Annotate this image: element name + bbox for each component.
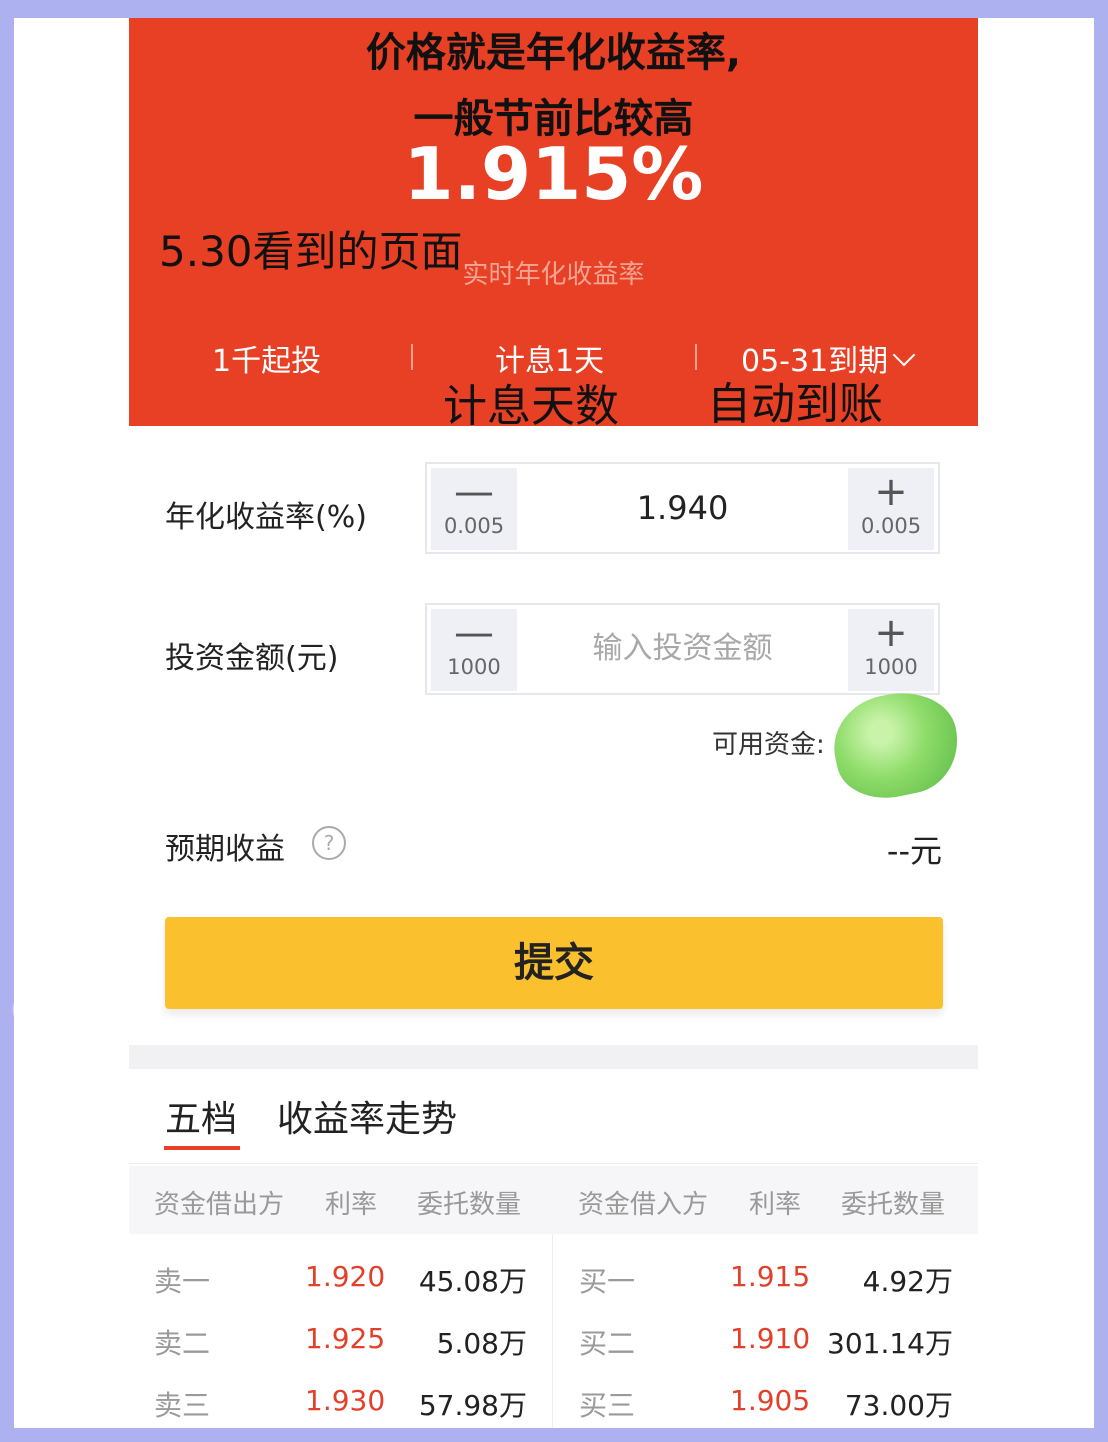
rate-step-label: 0.005	[443, 514, 505, 538]
annotation-interest-days: 计息天数	[443, 381, 619, 432]
orderbook-row: 卖一 1.920 45.08万 买一 1.915 4.92万	[129, 1246, 978, 1308]
rate-caption: 实时年化收益率	[462, 260, 645, 290]
app-screen: 价格就是年化收益率, 一般节前比较高 1.915% 5.30看到的页面 实时年化…	[14, 18, 1094, 1428]
stat-divider	[695, 344, 697, 370]
buy-level: 买三	[579, 1389, 636, 1422]
orderbook-row: 卖三 1.930 57.98万 买三 1.905 73.00万	[129, 1370, 978, 1428]
sell-rate[interactable]: 1.925	[305, 1322, 385, 1355]
sell-quantity: 57.98万	[418, 1389, 527, 1422]
header-rate: 利率	[749, 1190, 802, 1220]
min-invest: 1千起投	[212, 344, 322, 379]
header-quantity: 委托数量	[841, 1190, 946, 1220]
available-funds: 可用资金:	[712, 730, 825, 760]
buy-rate[interactable]: 1.910	[730, 1322, 810, 1355]
amount-stepper: — 1000 输入投资金额 + 1000	[425, 603, 940, 695]
amount-step-label: 1000	[864, 655, 918, 679]
orderbook-row: 卖二 1.925 5.08万 买二 1.910 301.14万	[129, 1308, 978, 1370]
rate-label: 年化收益率(%)	[165, 500, 367, 535]
amount-label: 投资金额(元)	[165, 641, 339, 676]
sell-level: 卖二	[154, 1327, 211, 1360]
section-divider	[129, 1045, 978, 1069]
rate-increase-button[interactable]: + 0.005	[848, 468, 934, 550]
minus-icon: —	[454, 610, 494, 656]
annotation-price-note: 价格就是年化收益率,	[365, 30, 742, 76]
amount-decrease-button[interactable]: — 1000	[431, 609, 517, 691]
buy-rate[interactable]: 1.915	[730, 1260, 810, 1293]
header-lender: 资金借出方	[154, 1190, 285, 1220]
sell-level: 卖一	[154, 1265, 211, 1298]
minus-icon: —	[454, 469, 494, 515]
header-quantity: 委托数量	[417, 1190, 522, 1220]
amount-step-label: 1000	[447, 655, 501, 679]
header-rate: 利率	[325, 1190, 378, 1220]
chevron-down-icon	[892, 343, 916, 367]
active-tab-indicator	[164, 1146, 240, 1150]
orderbook-divider	[552, 1234, 553, 1428]
buy-quantity: 73.00万	[844, 1389, 953, 1422]
buy-quantity: 301.14万	[827, 1327, 953, 1360]
help-icon[interactable]: ?	[312, 826, 346, 860]
rate-step-label: 0.005	[860, 514, 922, 538]
sell-level: 卖三	[154, 1389, 211, 1422]
plus-icon: +	[874, 469, 908, 515]
tab-rate-trend[interactable]: 收益率走势	[277, 1090, 457, 1142]
header-borrower: 资金借入方	[578, 1190, 709, 1220]
orderbook-header: 资金借出方 利率 委托数量 资金借入方 利率 委托数量	[129, 1166, 978, 1234]
buy-rate[interactable]: 1.905	[730, 1384, 810, 1417]
heart-sticker	[824, 682, 968, 808]
rate-banner: 价格就是年化收益率, 一般节前比较高 1.915% 5.30看到的页面 实时年化…	[129, 18, 978, 432]
expected-label: 预期收益	[165, 832, 285, 867]
tab-divider	[129, 1163, 978, 1164]
rate-decrease-button[interactable]: — 0.005	[431, 468, 517, 550]
sell-quantity: 5.08万	[436, 1327, 527, 1360]
annotation-auto-arrival: 自动到账	[707, 379, 883, 430]
rate-stepper: — 0.005 1.940 + 0.005	[425, 462, 940, 554]
stat-divider	[411, 344, 413, 370]
amount-input[interactable]: 输入投资金额	[519, 605, 846, 693]
expected-value: --元	[886, 832, 942, 870]
plus-icon: +	[874, 610, 908, 656]
sell-rate[interactable]: 1.930	[305, 1384, 385, 1417]
buy-quantity: 4.92万	[862, 1265, 953, 1298]
amount-increase-button[interactable]: + 1000	[848, 609, 934, 691]
sell-rate[interactable]: 1.920	[305, 1260, 385, 1293]
tab-five-levels[interactable]: 五档	[165, 1090, 237, 1142]
realtime-rate: 1.915%	[403, 132, 704, 216]
rate-input[interactable]: 1.940	[519, 464, 846, 552]
buy-level: 买一	[579, 1265, 636, 1298]
buy-level: 买二	[579, 1327, 636, 1360]
sell-quantity: 45.08万	[418, 1265, 527, 1298]
submit-button[interactable]: 提交	[165, 917, 943, 1009]
